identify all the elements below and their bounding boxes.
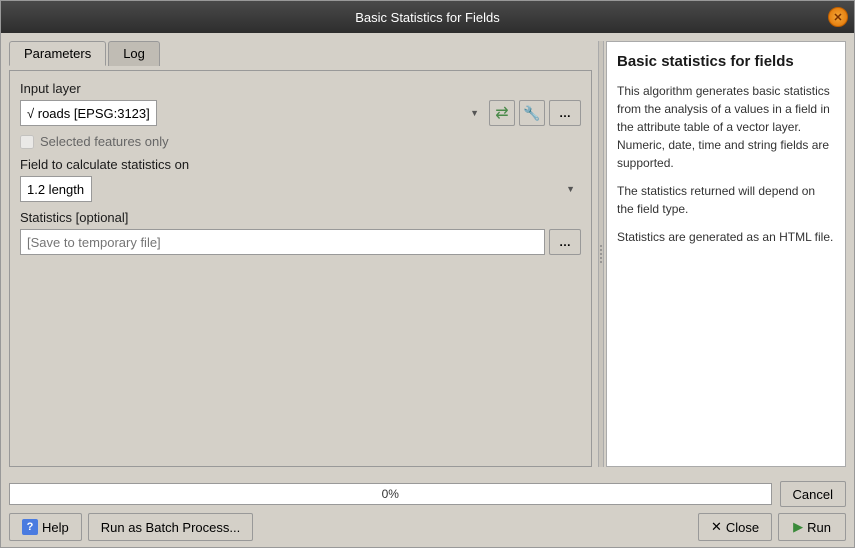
help-panel: Basic statistics for fields This algorit… <box>606 41 846 467</box>
ellipsis-icon: … <box>559 106 571 120</box>
settings-button[interactable]: 🔧 <box>519 100 545 126</box>
statistics-ellipsis-icon: … <box>559 235 571 249</box>
field-group: Field to calculate statistics on 1.2 len… <box>20 157 581 202</box>
close-dialog-icon: ✕ <box>711 519 722 535</box>
right-buttons: ✕ Close ▶ Run <box>698 513 846 541</box>
help-question-icon: ? <box>22 519 38 535</box>
close-dialog-button[interactable]: ✕ Close <box>698 513 772 541</box>
dot2 <box>600 249 602 251</box>
left-buttons: ? Help Run as Batch Process... <box>9 513 253 541</box>
tab-parameters[interactable]: Parameters <box>9 41 106 66</box>
run-button[interactable]: ▶ Run <box>778 513 846 541</box>
dot5 <box>600 261 602 263</box>
statistics-row: … <box>20 229 581 255</box>
main-window: Basic Statistics for Fields ✕ Parameters… <box>0 0 855 548</box>
panels-container: Parameters Log Input layer √ roads [EPSG… <box>1 33 854 475</box>
tab-log[interactable]: Log <box>108 41 160 66</box>
statistics-browse-button[interactable]: … <box>549 229 581 255</box>
window-close-button[interactable]: ✕ <box>828 7 848 27</box>
select-on-canvas-icon: ⇄ <box>495 103 508 123</box>
statistics-input[interactable] <box>20 229 545 255</box>
help-panel-title: Basic statistics for fields <box>617 52 835 72</box>
input-layer-select-wrapper: √ roads [EPSG:3123] <box>20 100 485 126</box>
dot3 <box>600 253 602 255</box>
window-title: Basic Statistics for Fields <box>355 10 500 25</box>
help-paragraph-1: This algorithm generates basic statistic… <box>617 82 835 172</box>
field-select[interactable]: 1.2 length <box>20 176 92 202</box>
help-panel-body: This algorithm generates basic statistic… <box>617 82 835 246</box>
help-paragraph-3: Statistics are generated as an HTML file… <box>617 228 835 246</box>
dot1 <box>600 245 602 247</box>
cancel-button[interactable]: Cancel <box>780 481 846 507</box>
splitter[interactable] <box>598 41 604 467</box>
input-layer-group: Input layer √ roads [EPSG:3123] ⇄ 🔧 <box>20 81 581 126</box>
run-as-batch-button[interactable]: Run as Batch Process... <box>88 513 253 541</box>
buttons-row: ? Help Run as Batch Process... ✕ Close ▶… <box>9 513 846 541</box>
field-select-wrapper: 1.2 length <box>20 176 581 202</box>
titlebar: Basic Statistics for Fields ✕ <box>1 1 854 33</box>
dot4 <box>600 257 602 259</box>
statistics-label: Statistics [optional] <box>20 210 581 225</box>
help-paragraph-2: The statistics returned will depend on t… <box>617 182 835 218</box>
selected-features-checkbox[interactable] <box>20 135 34 149</box>
progress-row: 0% Cancel <box>9 481 846 507</box>
run-icon: ▶ <box>793 519 803 535</box>
left-panel: Parameters Log Input layer √ roads [EPSG… <box>9 41 592 467</box>
tab-content: Input layer √ roads [EPSG:3123] ⇄ 🔧 <box>9 70 592 467</box>
tab-bar: Parameters Log <box>9 41 592 66</box>
progress-bar-container: 0% <box>9 483 772 505</box>
progress-label: 0% <box>382 487 399 501</box>
selected-features-label: Selected features only <box>40 134 169 149</box>
input-layer-row: √ roads [EPSG:3123] ⇄ 🔧 … <box>20 100 581 126</box>
field-label: Field to calculate statistics on <box>20 157 581 172</box>
input-layer-select[interactable]: √ roads [EPSG:3123] <box>20 100 157 126</box>
selected-features-row: Selected features only <box>20 134 581 149</box>
input-layer-label: Input layer <box>20 81 581 96</box>
bottom-bar: 0% Cancel ? Help Run as Batch Process...… <box>1 475 854 547</box>
help-button[interactable]: ? Help <box>9 513 82 541</box>
statistics-group: Statistics [optional] … <box>20 210 581 255</box>
close-window-icon: ✕ <box>833 11 842 24</box>
more-options-button[interactable]: … <box>549 100 581 126</box>
select-on-canvas-button[interactable]: ⇄ <box>489 100 515 126</box>
settings-icon: 🔧 <box>523 105 540 122</box>
